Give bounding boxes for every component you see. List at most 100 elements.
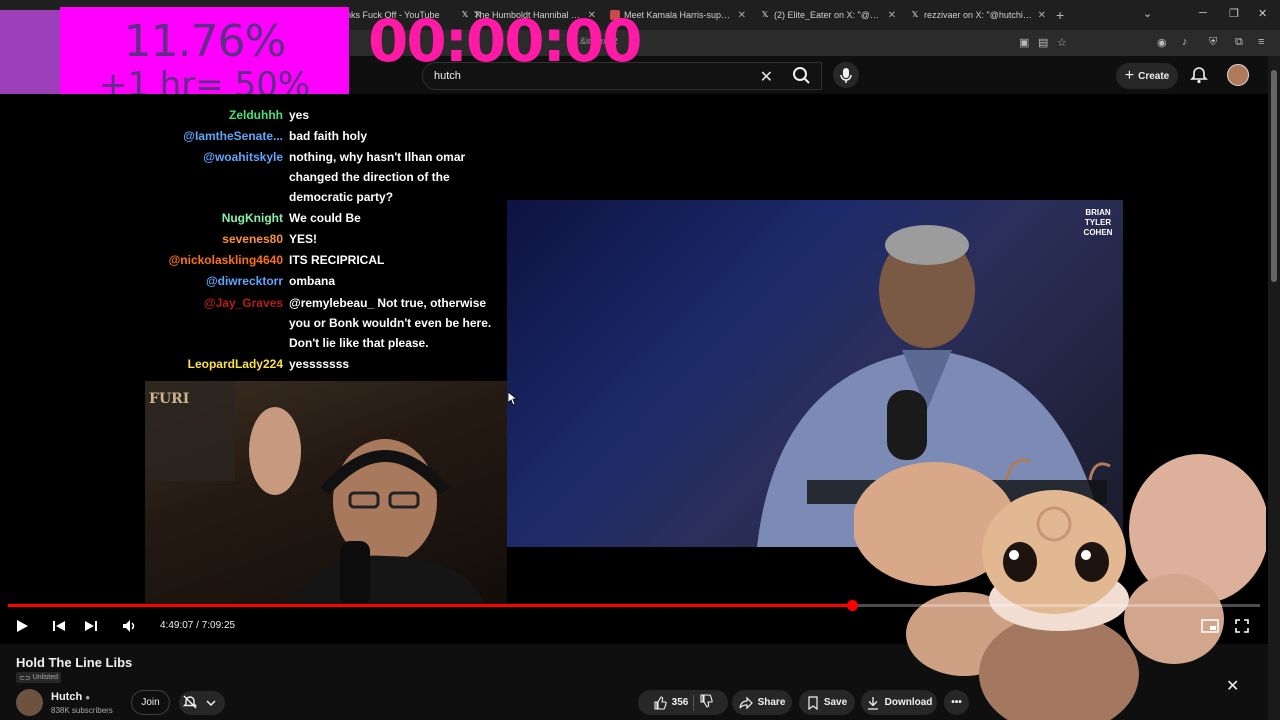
channel-avatar[interactable] [16,689,43,716]
plus-icon: + [1124,67,1135,84]
notifications-button[interactable] [1190,66,1208,89]
extensions-icon[interactable]: ⧉ [1235,36,1243,49]
chat-text: @remylebeau_ Not true, otherwise you or … [289,296,492,350]
save-button[interactable]: Save [799,690,855,715]
channel-name[interactable]: Hutch ● [51,691,90,703]
close-icon[interactable]: ✕ [1038,10,1046,21]
share-icon [738,696,753,709]
goal-overlay: 11.76% +1 hr= 50% [60,7,349,105]
download-button[interactable]: Download [861,690,937,715]
like-dislike-group: 356 [638,690,728,715]
close-icon[interactable]: ✕ [738,10,746,21]
menu-icon[interactable]: ≡ [1258,36,1264,48]
download-label: Download [884,697,933,708]
current-time: 4:49:07 [160,620,194,631]
progress-bar[interactable] [8,600,1260,611]
create-button[interactable]: + Create [1116,63,1178,89]
shield-icon[interactable]: ⛨ [1209,36,1217,49]
progress-played [8,604,852,607]
download-icon [867,696,878,710]
tab-list-chevron-icon[interactable]: ⌄ [1143,7,1152,20]
close-window-icon[interactable]: ✕ [1258,7,1267,20]
tab-title: rezzivaer on X: "@hutchinson @ [924,10,1034,20]
channel-name-text: Hutch [51,691,83,703]
link-icon: ⊂⊃ [19,674,31,682]
like-button[interactable]: 356 [653,695,689,710]
reader-view-icon[interactable]: ▤ [1038,36,1048,49]
streamer-webcam: FURI [145,381,507,606]
maximize-icon[interactable]: ❐ [1229,7,1239,20]
close-icon[interactable]: ✕ [888,10,896,21]
chat-username[interactable]: @diwrecktorr [206,271,283,291]
thumbs-down-icon [700,694,714,708]
audio-icon[interactable]: ♪ [1182,36,1188,48]
mouse-cursor-icon [508,392,518,406]
subscription-bell-button[interactable] [179,691,225,715]
chat-text: yesssssss [289,357,350,371]
browser-tab[interactable]: 𝕏 rezzivaer on X: "@hutchinson @ ✕ [904,4,1052,26]
account-avatar[interactable] [1227,64,1249,86]
search-icon [793,67,810,84]
picture-in-picture-icon[interactable]: ▣ [1019,36,1029,49]
join-button[interactable]: Join [131,690,170,715]
bell-icon [1190,67,1208,84]
overlay-side-strip [0,10,60,100]
more-actions-button[interactable]: ••• [944,690,969,715]
chat-text: yes [289,108,310,122]
voice-search-button[interactable] [833,62,859,88]
search-button[interactable] [786,62,822,90]
play-icon [17,620,28,632]
microphone-icon [840,68,852,83]
chat-text: ITS RECIPRICAL [289,253,385,267]
chat-text: nothing, why hasn't Ilhan omar changed t… [289,150,466,204]
chat-text: We could Be [289,211,361,225]
page-scrollbar[interactable] [1268,56,1280,720]
previous-button[interactable] [51,618,67,639]
clear-search-icon[interactable]: ✕ [760,67,773,87]
visibility-label: Unlisted [32,674,59,681]
next-button[interactable] [83,618,99,639]
play-button[interactable] [14,618,30,639]
thumbs-up-icon [654,695,667,710]
time-display: 4:49:07 / 7:09:25 [160,620,236,631]
create-label: Create [1138,70,1170,82]
chat-username[interactable]: @Jay_Graves [204,293,283,313]
tab-title: (2) Elite_Eater on X: "@hutchins [774,10,884,20]
chat-username[interactable]: sevenes80 [222,229,283,249]
x-logo-icon: 𝕏 [761,10,769,19]
duration: 7:09:25 [201,620,236,631]
skip-previous-icon [53,621,65,631]
miniplayer-button[interactable] [1201,618,1219,639]
like-count: 356 [671,697,689,708]
goal-percent: 11.76% [123,16,287,67]
chat-username[interactable]: Zelduhhh [229,105,283,125]
account-icon[interactable]: ◉ [1157,36,1167,49]
chat-text: ombana [289,274,336,288]
dislike-button[interactable] [699,694,714,711]
volume-icon [123,620,135,632]
close-icon[interactable]: ✕ [1226,676,1239,696]
browser-tab[interactable]: 𝕏 (2) Elite_Eater on X: "@hutchins ✕ [754,4,902,26]
skip-next-icon [85,621,97,631]
clip-watermark: BRIAN TYLER COHEN [1083,208,1113,237]
volume-button[interactable] [121,618,139,639]
minimize-icon[interactable]: ─ [1199,7,1207,19]
share-button[interactable]: Share [732,690,792,715]
webcam-sign-text: FURI [149,391,190,407]
chat-username[interactable]: @IamtheSenate... [183,126,283,146]
bell-off-icon [182,695,216,709]
miniplayer-icon [1201,619,1219,633]
save-label: Save [823,697,848,708]
scrollbar-thumb[interactable] [1271,70,1277,282]
chat-username[interactable]: @woahitskyle [203,147,283,167]
video-title: Hold The Line Libs [16,655,133,670]
chat-username[interactable]: LeopardLady224 [188,354,283,374]
chat-username[interactable]: NugKnight [222,208,283,228]
fullscreen-button[interactable] [1234,618,1250,639]
new-tab-icon[interactable]: + [1056,7,1064,23]
chat-username[interactable]: @nickolaskling4640 [169,250,283,270]
scrubber-handle[interactable] [846,600,858,611]
stream-timer: 00:00:00 [368,7,643,75]
x-logo-icon: 𝕏 [911,10,919,19]
bookmark-star-icon[interactable]: ☆ [1057,36,1067,49]
